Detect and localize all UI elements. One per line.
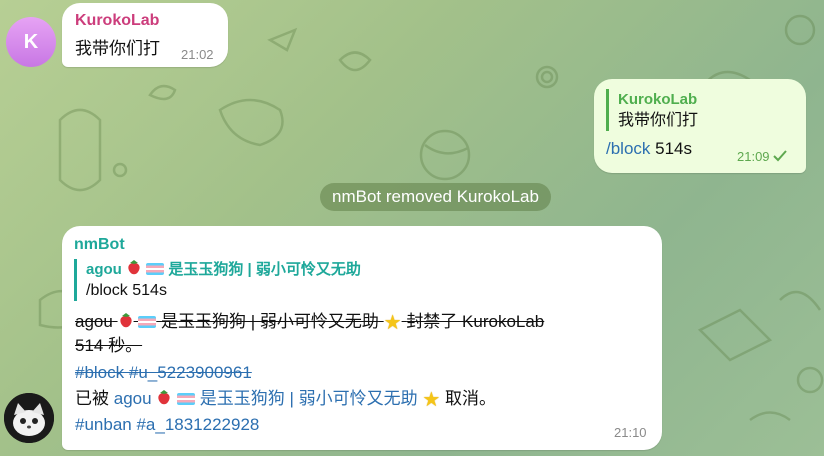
message-sender: KurokoLab bbox=[75, 12, 160, 29]
reply-text: 我带你们打 bbox=[618, 112, 699, 129]
user-mention-second[interactable]: 是玉玉狗狗 | 弱小可怜又无助 bbox=[200, 389, 418, 408]
star-icon: ★ bbox=[422, 389, 441, 411]
user-mention-first[interactable]: agou bbox=[114, 389, 152, 408]
message-text: 我带你们打 bbox=[75, 39, 160, 58]
command-arg: 514s bbox=[650, 139, 693, 158]
unban-suffix: 取消。 bbox=[445, 389, 497, 408]
unban-line: 已被 agou 是玉玉狗狗 | 弱小可怜又无助 ★ 取消。 bbox=[75, 386, 496, 413]
message-time: 21:09 bbox=[737, 149, 791, 164]
chat-background: K KurokoLab 我带你们打 21:02 KurokoLab 我带你们打 … bbox=[0, 0, 824, 456]
struck-line-2: 514 秒。 bbox=[75, 336, 143, 355]
trans-flag-icon bbox=[138, 316, 157, 328]
strike-name-first: agou bbox=[75, 312, 113, 331]
reply-quote[interactable]: agou 是玉玉狗狗 | 弱小可怜又无助 /block 514s bbox=[74, 259, 361, 301]
reply-quote[interactable]: KurokoLab 我带你们打 bbox=[606, 89, 698, 131]
hashtags[interactable]: #unban #a_1831222928 bbox=[75, 412, 259, 437]
avatar-kurokolab[interactable]: K bbox=[6, 17, 56, 67]
struck-hashtags[interactable]: #block #u_5223900961 bbox=[75, 360, 252, 385]
message-time: 21:10 bbox=[614, 425, 647, 440]
cat-face-icon bbox=[4, 393, 54, 443]
reply-sender: agou 是玉玉狗狗 | 弱小可怜又无助 bbox=[86, 259, 361, 280]
avatar-letter: K bbox=[23, 30, 39, 53]
reply-sender: KurokoLab bbox=[618, 91, 698, 108]
time-text: 21:09 bbox=[737, 149, 770, 164]
strawberry-icon bbox=[128, 260, 140, 275]
command-link[interactable]: /block bbox=[606, 139, 650, 158]
unban-prefix: 已被 bbox=[75, 389, 109, 408]
message-sender: nmBot bbox=[74, 236, 125, 253]
reply-name-first: agou bbox=[86, 261, 122, 278]
avatar-nmbot[interactable] bbox=[4, 393, 54, 443]
reply-text: /block 514s bbox=[86, 282, 167, 299]
strike-name-second: 是玉玉狗狗 | 弱小可怜又无助 bbox=[161, 312, 379, 331]
message-bubble-outgoing[interactable]: KurokoLab 我带你们打 /block 514s 21:09 bbox=[594, 79, 806, 173]
message-bubble-incoming[interactable]: KurokoLab 我带你们打 21:02 bbox=[62, 3, 228, 67]
strike-action: 封禁了 KurokoLab bbox=[406, 312, 545, 331]
service-message: nmBot removed KurokoLab bbox=[320, 183, 551, 211]
double-check-icon bbox=[773, 150, 787, 162]
star-icon: ★ bbox=[383, 312, 402, 334]
reply-name-second: 是玉玉狗狗 | 弱小可怜又无助 bbox=[168, 261, 361, 278]
strawberry-icon bbox=[119, 313, 132, 328]
message-time: 21:02 bbox=[181, 47, 214, 62]
trans-flag-icon bbox=[177, 393, 196, 405]
message-bubble-bot[interactable]: nmBot agou 是玉玉狗狗 | 弱小可怜又无助 /block 514s a… bbox=[62, 226, 662, 450]
strawberry-icon bbox=[158, 390, 170, 405]
message-text: /block 514s bbox=[606, 136, 692, 161]
trans-flag-icon bbox=[146, 263, 165, 275]
struck-line-1: agou 是玉玉狗狗 | 弱小可怜又无助 ★ 封禁了 KurokoLab bbox=[75, 309, 544, 336]
